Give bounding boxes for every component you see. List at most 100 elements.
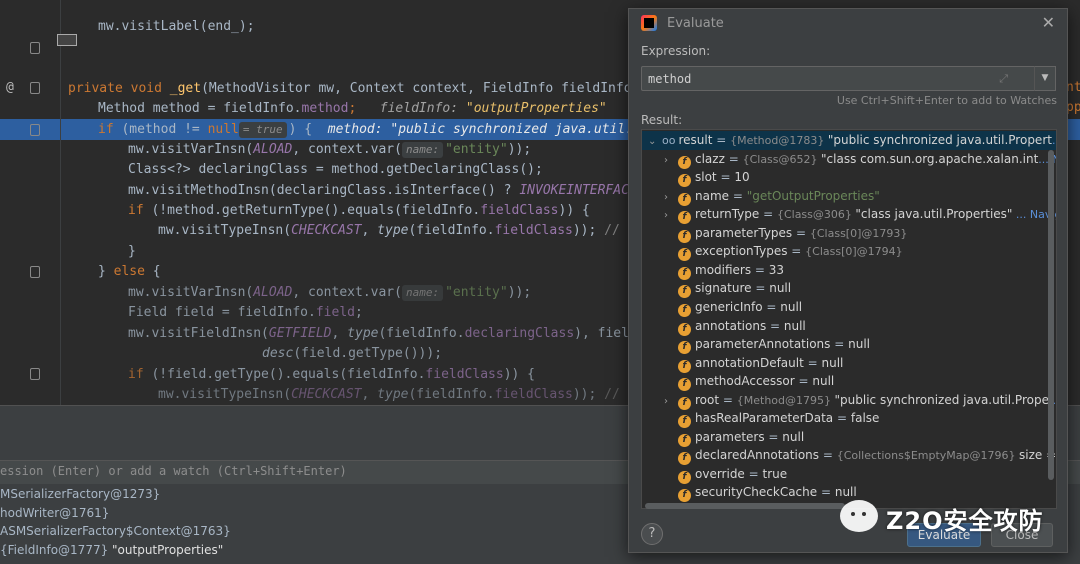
code-line-18: mw.visitTypeInsn(CHECKCAST, type(fieldIn…	[158, 387, 659, 402]
equals-sign: =	[833, 411, 851, 426]
result-tree-row[interactable]: f annotationDefault = null	[664, 354, 843, 373]
field-name: clazz	[695, 151, 725, 166]
fold-icon[interactable]	[30, 42, 40, 54]
result-tree-row[interactable]: › f returnType = {Class@306} "class java.u…	[664, 205, 1056, 225]
value-type: {Class[0]@1793}	[809, 226, 908, 240]
expression-input[interactable]	[648, 70, 988, 88]
image-icon	[57, 34, 77, 46]
result-tree-row[interactable]: f methodAccessor = null	[664, 372, 834, 392]
fold-icon[interactable]	[30, 124, 40, 136]
result-tree-row[interactable]: f parameters = null	[664, 428, 804, 447]
variable-row[interactable]: ASMSerializerFactory$Context@1763}	[0, 524, 231, 538]
horizontal-scrollbar[interactable]	[645, 503, 845, 509]
field-name: slot	[695, 170, 717, 185]
result-tree[interactable]: ⌄ oo result = {Method@1783} "public synchr…	[641, 129, 1057, 509]
result-tree-row[interactable]: f securityCheckCache = null	[664, 483, 857, 503]
result-tree-row[interactable]: f annotations = null	[664, 317, 806, 336]
value-type: {Collections$EmptyMap@1796}	[836, 449, 1020, 463]
field-name: result	[678, 133, 713, 147]
field-name: override	[695, 466, 745, 481]
fold-icon[interactable]	[30, 368, 40, 380]
code-line-1: mw.visitLabel(end_);	[98, 19, 255, 34]
code-line-4: Method method = fieldInfo.method; fieldI…	[98, 101, 669, 116]
field-value: "public synchronized java.util.Propert	[827, 133, 1052, 147]
field-icon: f	[678, 470, 691, 484]
field-value: "getOutputProperties"	[746, 188, 880, 203]
field-value: false	[850, 411, 880, 426]
field-name: name	[695, 188, 730, 203]
result-tree-row[interactable]: f override = true	[664, 465, 787, 484]
result-tree-row[interactable]: ⌄ oo result = {Method@1783} "public synchr…	[642, 131, 1056, 152]
equals-sign: =	[729, 188, 747, 203]
result-tree-row[interactable]: f parameterAnnotations = null	[664, 335, 870, 355]
result-tree-row[interactable]: f declaredAnnotations = {Collections$Empt…	[664, 446, 1056, 466]
chevron-down-icon[interactable]: ⌄	[648, 133, 662, 152]
help-button[interactable]: ?	[641, 523, 663, 545]
equals-sign: =	[719, 392, 737, 407]
field-name: securityCheckCache	[695, 485, 818, 500]
field-icon: f	[678, 359, 691, 373]
result-tree-row[interactable]: f hasRealParameterData = false	[664, 409, 880, 429]
result-tree-row[interactable]: f exceptionTypes = {Class[0]@1794}	[664, 242, 903, 262]
result-tree-row[interactable]: f slot = 10	[664, 168, 750, 188]
field-name: returnType	[695, 207, 760, 222]
equals-sign: =	[759, 207, 777, 222]
close-icon[interactable]: ✕	[1042, 13, 1055, 32]
equals-sign: =	[817, 485, 835, 500]
watch-hint: Use Ctrl+Shift+Enter to add to Watches	[836, 94, 1057, 107]
expression-field[interactable]: ⤢	[641, 66, 1045, 91]
result-tree-row[interactable]: › f clazz = {Class@652} "class com.sun.org…	[664, 150, 1056, 169]
expression-label: Expression:	[641, 44, 711, 58]
code-line-11: }	[128, 244, 136, 259]
field-value: "class java.util.Properties"	[855, 207, 1013, 222]
vertical-scrollbar[interactable]	[1048, 130, 1056, 502]
history-dropdown-button[interactable]: ▼	[1034, 66, 1056, 91]
field-icon: f	[678, 174, 691, 188]
equals-sign: =	[792, 225, 810, 240]
code-line-10: mw.visitTypeInsn(CHECKCAST, type(fieldIn…	[158, 223, 659, 238]
variable-row[interactable]: MSerializerFactory@1273}	[0, 487, 160, 501]
field-value: "class com.sun.org.apache.xalan.int	[821, 151, 1039, 166]
code-line-17: if (!field.getType().equals(fieldInfo.fi…	[128, 367, 536, 382]
code-line-5-current: if (method != null = true) { method: "pub…	[98, 122, 665, 138]
field-icon: f	[678, 415, 691, 429]
field-name: parameters	[695, 429, 765, 444]
field-name: parameterAnnotations	[695, 337, 831, 352]
value-type: {Class@306}	[776, 208, 856, 222]
scrollbar-thumb[interactable]	[1048, 150, 1054, 480]
equals-sign: =	[787, 244, 806, 259]
field-icon: f	[678, 211, 691, 225]
equals-sign: =	[712, 133, 731, 147]
field-icon: f	[678, 229, 691, 243]
fold-icon[interactable]	[30, 82, 40, 94]
intellij-logo-icon	[641, 15, 657, 31]
code-line-12: } else {	[98, 264, 161, 279]
evaluate-hint: ession (Enter) or add a watch (Ctrl+Shif…	[0, 464, 347, 478]
code-overflow-text: nt	[1066, 80, 1080, 95]
evaluate-dialog: Evaluate ✕ Expression: ⤢ ▼ Use Ctrl+Shif…	[628, 8, 1068, 553]
field-value: null	[780, 299, 803, 314]
value-type: {Method@1783}	[730, 134, 828, 147]
result-label: Result:	[641, 113, 683, 127]
expand-icon[interactable]: ⤢	[999, 72, 1008, 86]
variable-row[interactable]: {FieldInfo@1777} "outputProperties"	[0, 543, 223, 557]
watermark: Z2O安全攻防	[840, 498, 1060, 538]
result-tree-row[interactable]: f signature = null	[664, 279, 791, 299]
dialog-title: Evaluate	[667, 16, 724, 31]
variable-row[interactable]: hodWriter@1761}	[0, 506, 109, 520]
equals-sign: =	[766, 318, 784, 333]
glasses-icon: oo	[662, 134, 676, 147]
field-icon: f	[678, 266, 691, 280]
inlay-hint: name:	[401, 285, 444, 301]
result-tree-row[interactable]: f genericInfo = null	[664, 298, 802, 317]
field-value: 33	[768, 262, 785, 277]
fold-icon[interactable]	[30, 266, 40, 278]
result-tree-row[interactable]: › f name = "getOutputProperties"	[664, 187, 880, 206]
field-icon: f	[678, 248, 691, 262]
field-icon: f	[678, 341, 691, 355]
result-tree-row[interactable]: › f root = {Method@1795} "public synchroni…	[664, 391, 1056, 410]
code-line-6: mw.visitVarInsn(ALOAD, context.var(name:…	[128, 142, 532, 158]
equals-sign: =	[751, 262, 769, 277]
result-tree-row[interactable]: f parameterTypes = {Class[0]@1793}	[664, 224, 907, 243]
result-tree-row[interactable]: f modifiers = 33	[664, 261, 784, 280]
